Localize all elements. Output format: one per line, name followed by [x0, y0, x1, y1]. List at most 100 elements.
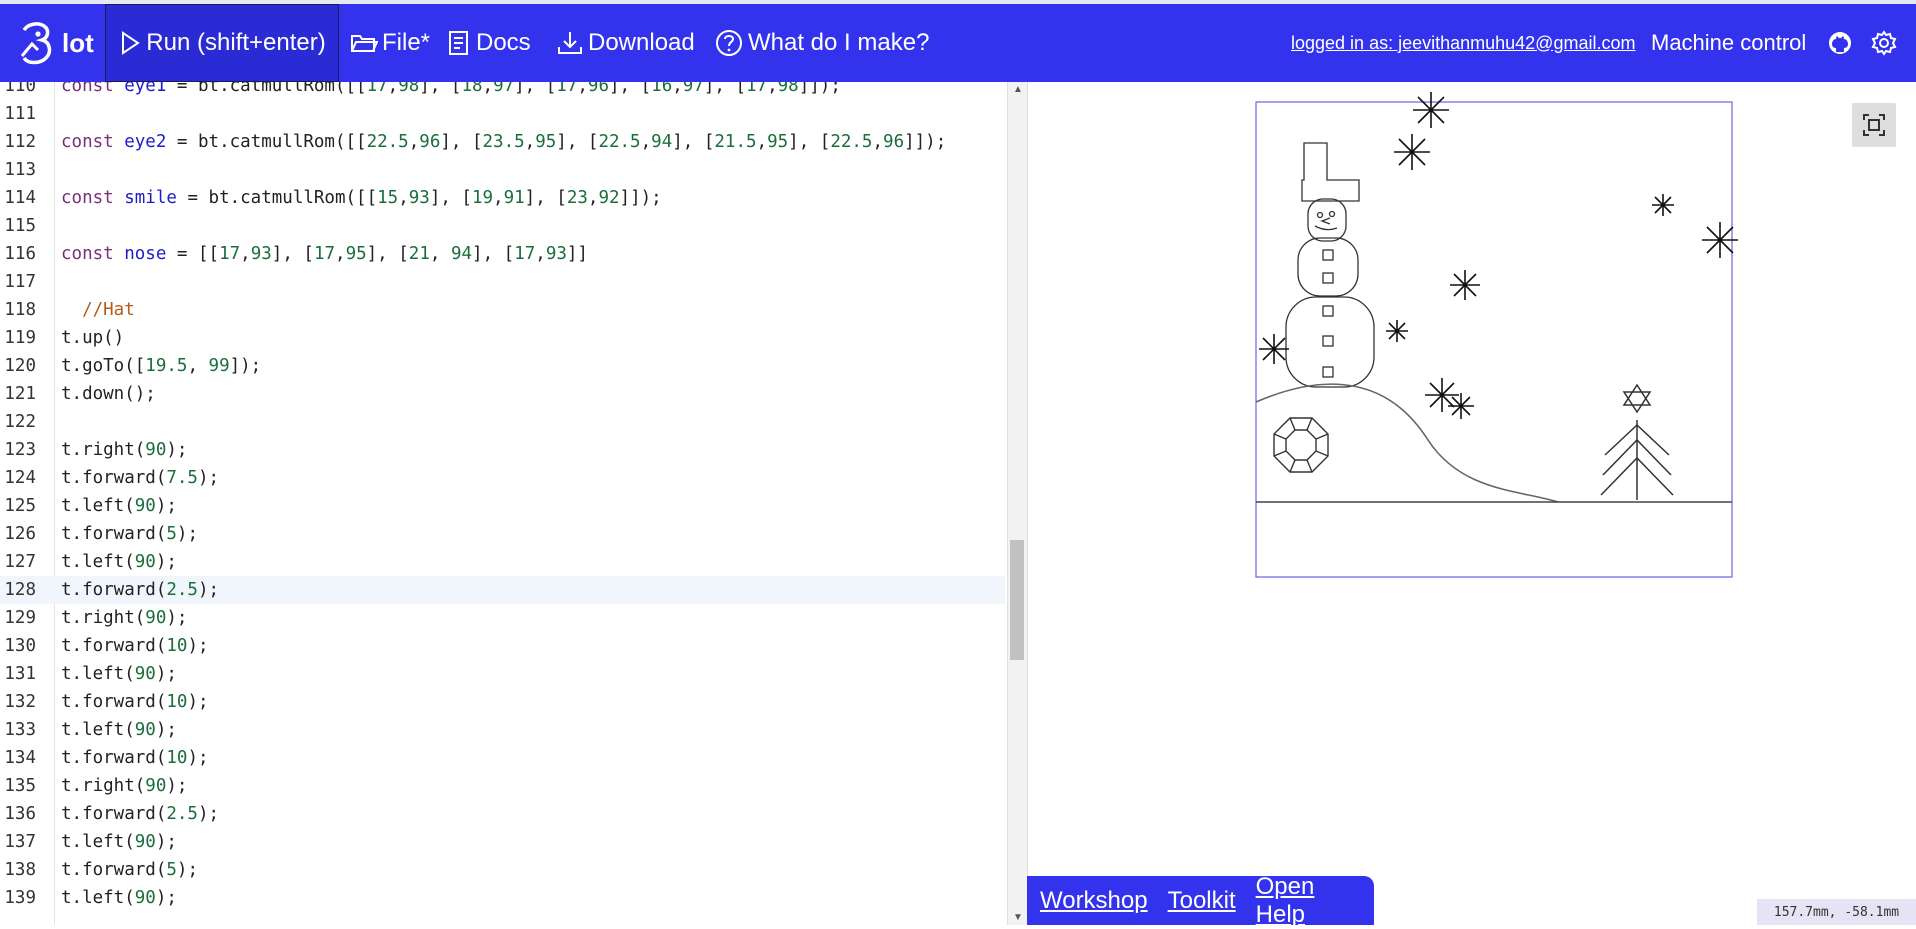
scroll-down-icon[interactable]: ▼	[1008, 912, 1028, 923]
code-line[interactable]: 139 t.left(90);	[0, 884, 1005, 912]
file-button[interactable]: File*	[350, 4, 430, 82]
code-text[interactable]: t.right(90);	[61, 436, 187, 464]
code-line[interactable]: 115	[0, 212, 1005, 240]
code-line[interactable]: 114 const smile = bt.catmullRom([[15,93],…	[0, 184, 1005, 212]
code-line[interactable]: 126 t.forward(5);	[0, 520, 1005, 548]
snowman	[1285, 142, 1375, 388]
code-line[interactable]: 113	[0, 156, 1005, 184]
code-line[interactable]: 111	[0, 100, 1005, 128]
code-text[interactable]: t.forward(5);	[61, 520, 198, 548]
code-text[interactable]: t.goTo([19.5, 99]);	[61, 352, 261, 380]
code-text[interactable]: const nose = [[17,93], [17,95], [21, 94]…	[61, 240, 588, 268]
docs-button[interactable]: Docs	[446, 4, 531, 82]
code-line[interactable]: 127 t.left(90);	[0, 548, 1005, 576]
code-text[interactable]: const eye2 = bt.catmullRom([[22.5,96], […	[61, 128, 946, 156]
code-line[interactable]: 119 t.up()	[0, 324, 1005, 352]
code-line[interactable]: 128 t.forward(2.5);	[0, 576, 1005, 604]
line-number: 110	[4, 82, 36, 96]
code-text[interactable]: t.forward(2.5);	[61, 800, 219, 828]
tab-toolkit[interactable]: Toolkit	[1168, 887, 1236, 915]
line-number: 120	[4, 356, 36, 376]
hill-curve	[1255, 383, 1559, 503]
code-line[interactable]: 110 const eye1 = bt.catmullRom([[17,98], …	[0, 82, 1005, 100]
login-status-link[interactable]: logged in as: jeevithanmuhu42@gmail.com	[1291, 4, 1635, 82]
editor-scrollbar[interactable]: ▲ ▼	[1007, 82, 1028, 925]
code-text[interactable]: t.forward(10);	[61, 744, 209, 772]
code-text[interactable]: t.forward(10);	[61, 688, 209, 716]
line-number: 111	[4, 104, 36, 124]
code-text[interactable]: t.right(90);	[61, 772, 187, 800]
code-line[interactable]: 122	[0, 408, 1005, 436]
line-number: 112	[4, 132, 36, 152]
run-button[interactable]: Run (shift+enter)	[105, 4, 339, 82]
settings-button[interactable]	[1871, 4, 1897, 82]
button-1	[1322, 249, 1334, 261]
code-line[interactable]: 123 t.right(90);	[0, 436, 1005, 464]
what-to-make-button[interactable]: What do I make?	[714, 4, 929, 82]
code-line[interactable]: 129 t.right(90);	[0, 604, 1005, 632]
line-number: 130	[4, 636, 36, 656]
code-text[interactable]: t.up()	[61, 324, 124, 352]
line-number: 128	[4, 580, 36, 600]
code-text[interactable]: t.right(90);	[61, 604, 187, 632]
code-text[interactable]: t.forward(5);	[61, 856, 198, 884]
code-text[interactable]: t.left(90);	[61, 716, 177, 744]
code-line[interactable]: 133 t.left(90);	[0, 716, 1005, 744]
blot-logo-icon	[20, 22, 52, 65]
code-text[interactable]: t.down();	[61, 380, 156, 408]
code-text[interactable]: t.left(90);	[61, 884, 177, 912]
hat	[1301, 142, 1360, 202]
code-text[interactable]: const smile = bt.catmullRom([[15,93], [1…	[61, 184, 662, 212]
eye-left	[1316, 211, 1324, 219]
logo[interactable]: lot	[18, 18, 94, 68]
drawing-canvas[interactable]	[1028, 82, 1916, 925]
code-text[interactable]: //Hat	[61, 296, 135, 324]
nose	[1320, 217, 1331, 225]
code-line[interactable]: 124 t.forward(7.5);	[0, 464, 1005, 492]
code-text[interactable]: const eye1 = bt.catmullRom([[17,98], [18…	[61, 82, 841, 100]
code-text[interactable]: t.forward(7.5);	[61, 464, 219, 492]
scroll-thumb[interactable]	[1010, 540, 1024, 660]
snowman-head	[1307, 198, 1347, 242]
code-text[interactable]: t.left(90);	[61, 492, 177, 520]
bottom-tabs: Workshop Toolkit Open Help	[1027, 873, 1374, 928]
cursor-coordinates: 157.7mm, -58.1mm	[1757, 899, 1916, 925]
line-number: 137	[4, 832, 36, 852]
code-line[interactable]: 125 t.left(90);	[0, 492, 1005, 520]
tab-workshop[interactable]: Workshop	[1040, 887, 1148, 915]
code-text[interactable]: t.left(90);	[61, 548, 177, 576]
code-line[interactable]: 136 t.forward(2.5);	[0, 800, 1005, 828]
code-lines[interactable]: 110 const eye1 = bt.catmullRom([[17,98], …	[0, 82, 1005, 912]
code-text[interactable]: t.left(90);	[61, 660, 177, 688]
github-link[interactable]	[1827, 4, 1853, 82]
code-line[interactable]: 116 const nose = [[17,93], [17,95], [21, …	[0, 240, 1005, 268]
code-text[interactable]: t.forward(10);	[61, 632, 209, 660]
code-line[interactable]: 117	[0, 268, 1005, 296]
code-text[interactable]: t.left(90);	[61, 828, 177, 856]
question-icon	[716, 30, 742, 56]
code-line[interactable]: 130 t.forward(10);	[0, 632, 1005, 660]
code-line[interactable]: 121 t.down();	[0, 380, 1005, 408]
code-text[interactable]: t.forward(2.5);	[61, 576, 219, 604]
machine-control-button[interactable]: Machine control	[1651, 4, 1806, 82]
code-line[interactable]: 132 t.forward(10);	[0, 688, 1005, 716]
book-icon	[449, 31, 468, 55]
line-number: 139	[4, 888, 36, 908]
drawing-preview[interactable]	[1028, 82, 1916, 925]
line-number: 132	[4, 692, 36, 712]
code-line[interactable]: 112 const eye2 = bt.catmullRom([[22.5,96]…	[0, 128, 1005, 156]
folder-icon	[351, 35, 378, 52]
fit-view-button[interactable]	[1852, 103, 1896, 147]
code-line[interactable]: 131 t.left(90);	[0, 660, 1005, 688]
code-line[interactable]: 137 t.left(90);	[0, 828, 1005, 856]
tab-open-help[interactable]: Open Help	[1256, 873, 1367, 929]
code-line[interactable]: 135 t.right(90);	[0, 772, 1005, 800]
line-number: 117	[4, 272, 36, 292]
download-button[interactable]: Download	[556, 4, 695, 82]
code-line[interactable]: 138 t.forward(5);	[0, 856, 1005, 884]
code-line[interactable]: 118 //Hat	[0, 296, 1005, 324]
code-line[interactable]: 120 t.goTo([19.5, 99]);	[0, 352, 1005, 380]
scroll-up-icon[interactable]: ▲	[1008, 84, 1028, 95]
code-editor[interactable]: 110 const eye1 = bt.catmullRom([[17,98], …	[0, 82, 1007, 925]
code-line[interactable]: 134 t.forward(10);	[0, 744, 1005, 772]
